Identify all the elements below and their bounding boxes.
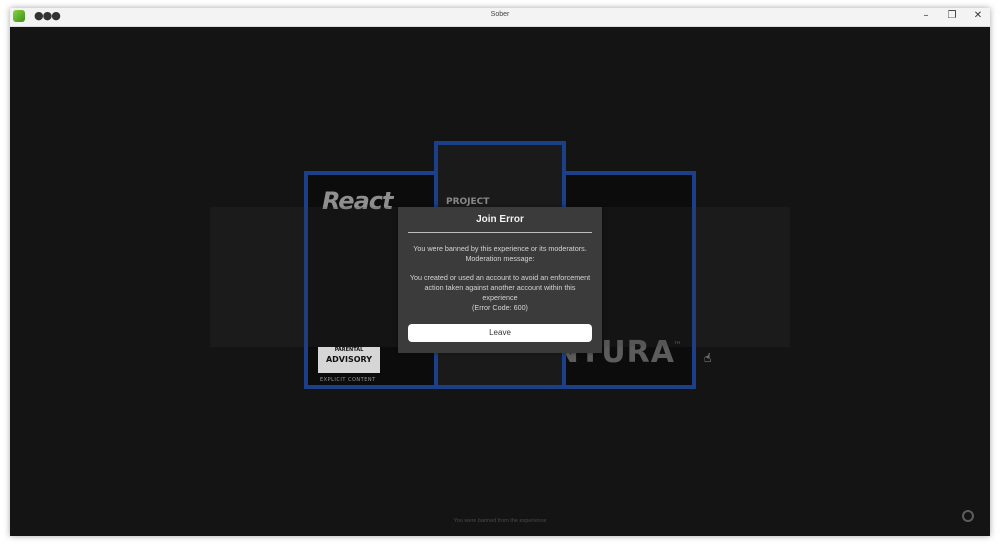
join-error-dialog: Join Error You were banned by this exper… [398, 207, 602, 353]
minimize-icon[interactable]: – [918, 9, 934, 23]
loading-spinner-icon [962, 510, 974, 522]
advisory-text: ADVISORY [325, 355, 373, 364]
error-code: (Error Code: 600) [472, 303, 528, 312]
close-icon[interactable]: ✕ [970, 9, 986, 23]
window-title: Sober [490, 11, 510, 18]
leave-button[interactable]: Leave [408, 324, 592, 342]
app-window: ●●● Sober – ❐ ✕ React PARENTAL ADVISORY … [10, 8, 990, 536]
status-text: You were banned from the experience [453, 518, 547, 524]
moderation-message: You created or used an account to avoid … [409, 273, 591, 302]
dialog-divider [408, 232, 592, 233]
title-bar: ●●● Sober – ❐ ✕ [10, 8, 990, 27]
dialog-title: Join Error [476, 214, 524, 225]
restore-icon[interactable]: ❐ [944, 9, 960, 23]
explicit-label: EXPLICIT CONTENT [320, 377, 376, 383]
advisory-top: PARENTAL [334, 347, 364, 353]
pointer-cursor-icon: ☝ [704, 351, 712, 365]
game-viewport: React PARENTAL ADVISORY EXPLICIT CONTENT… [10, 27, 990, 536]
project-text: PROJECT [446, 197, 490, 207]
ban-message: You were banned by this experience or it… [413, 244, 587, 263]
advisory-label: PARENTAL ADVISORY [318, 347, 380, 373]
dialog-message: You were banned by this experience or it… [406, 244, 594, 313]
